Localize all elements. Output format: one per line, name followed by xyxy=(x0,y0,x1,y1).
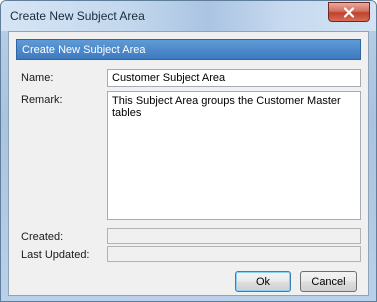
remark-label: Remark: xyxy=(21,94,63,106)
form-header-title: Create New Subject Area xyxy=(22,44,146,56)
title-bar[interactable]: Create New Subject Area xyxy=(1,1,376,31)
window-title: Create New Subject Area xyxy=(10,9,145,23)
ok-button[interactable]: Ok xyxy=(235,271,291,292)
remark-textarea[interactable]: This Subject Area groups the Customer Ma… xyxy=(107,91,361,220)
created-field xyxy=(107,228,361,244)
name-label: Name: xyxy=(21,72,54,84)
close-button[interactable] xyxy=(328,2,370,22)
dialog-client-area: Create New Subject Area Name: Customer S… xyxy=(8,31,369,296)
dialog-window: Create New Subject Area Create New Subje… xyxy=(0,0,377,302)
close-icon xyxy=(343,6,355,18)
form-header: Create New Subject Area xyxy=(16,39,361,60)
name-input[interactable]: Customer Subject Area xyxy=(107,69,361,87)
created-label: Created: xyxy=(21,231,64,243)
last-updated-field xyxy=(107,246,361,262)
last-updated-label: Last Updated: xyxy=(21,249,90,261)
cancel-button[interactable]: Cancel xyxy=(300,271,357,292)
